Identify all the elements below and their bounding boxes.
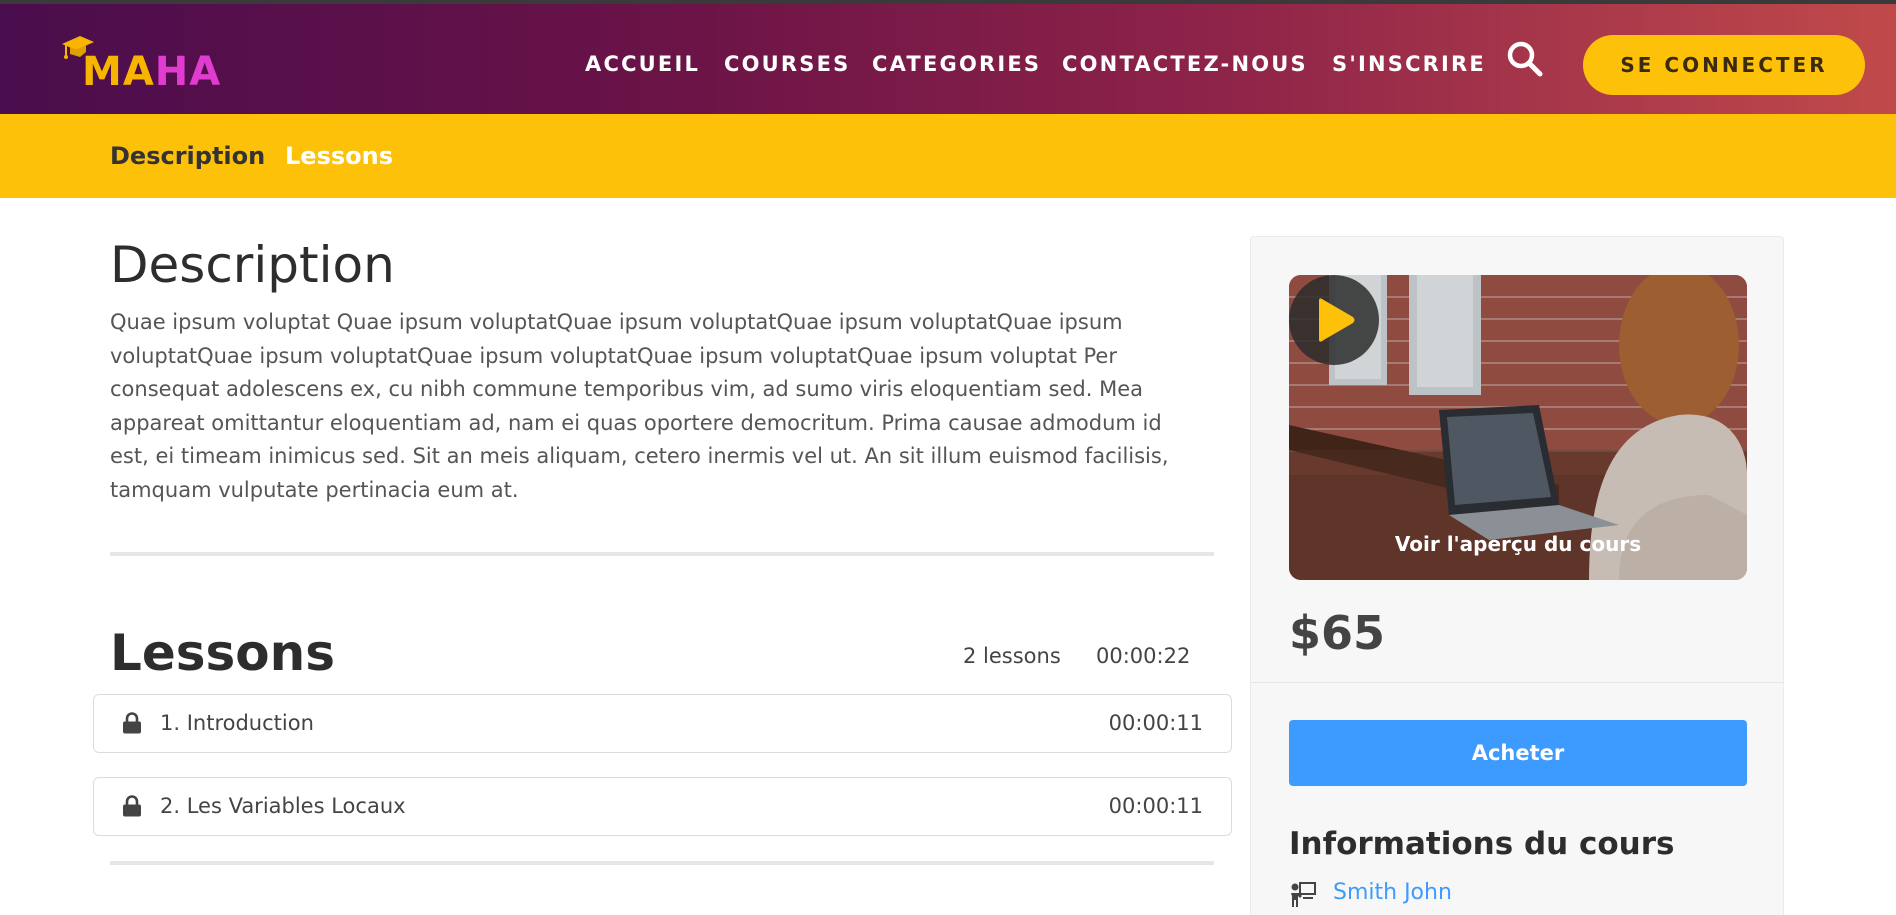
lesson-duration: 00:00:11 bbox=[1108, 794, 1203, 818]
lessons-count: 2 lessons bbox=[963, 644, 1061, 668]
nav-contactez-nous[interactable]: CONTACTEZ-NOUS bbox=[1062, 50, 1308, 78]
subnav-description[interactable]: Description bbox=[110, 141, 265, 171]
logo-letter-a1: A bbox=[122, 49, 155, 95]
nav-categories[interactable]: CATEGORIES bbox=[872, 50, 1041, 78]
lesson-row[interactable]: 2. Les Variables Locaux 00:00:11 bbox=[93, 777, 1232, 836]
nav-accueil[interactable]: ACCUEIL bbox=[585, 50, 700, 78]
course-subnav: Description Lessons bbox=[0, 114, 1896, 198]
sidebar-separator bbox=[1251, 682, 1783, 683]
buy-button[interactable]: Acheter bbox=[1289, 720, 1747, 786]
site-logo[interactable]: MAHA bbox=[60, 32, 220, 94]
lesson-row[interactable]: 1. Introduction 00:00:11 bbox=[93, 694, 1232, 753]
lessons-heading: Lessons bbox=[110, 624, 335, 682]
logo-letter-m: M bbox=[82, 49, 123, 95]
teacher-icon bbox=[1291, 882, 1316, 907]
description-text: Quae ipsum voluptat Quae ipsum voluptatQ… bbox=[110, 310, 1169, 502]
divider bbox=[110, 552, 1214, 556]
subnav-lessons[interactable]: Lessons bbox=[285, 141, 393, 171]
nav-sinscrire[interactable]: S'INSCRIRE bbox=[1332, 50, 1486, 78]
lesson-title: 2. Les Variables Locaux bbox=[160, 794, 406, 818]
search-icon[interactable] bbox=[1505, 39, 1545, 79]
lessons-total-duration: 00:00:22 bbox=[1096, 644, 1191, 668]
lock-icon bbox=[123, 712, 141, 734]
course-preview-video[interactable]: Voir l'aperçu du cours bbox=[1289, 275, 1747, 580]
course-info-title: Informations du cours bbox=[1289, 826, 1675, 862]
site-header: MAHA ACCUEIL COURSES CATEGORIES CONTACTE… bbox=[0, 4, 1896, 114]
course-price: $65 bbox=[1289, 606, 1386, 660]
login-button[interactable]: SE CONNECTER bbox=[1583, 35, 1865, 95]
description-heading: Description bbox=[110, 236, 395, 294]
nav-courses[interactable]: COURSES bbox=[724, 50, 850, 78]
play-icon[interactable] bbox=[1289, 275, 1379, 365]
logo-letter-a2: A bbox=[189, 49, 222, 95]
logo-letter-h: H bbox=[154, 49, 190, 95]
logo-text: MAHA bbox=[82, 50, 221, 94]
lesson-duration: 00:00:11 bbox=[1108, 711, 1203, 735]
lock-icon bbox=[123, 795, 141, 817]
preview-label: Voir l'aperçu du cours bbox=[1394, 532, 1642, 556]
course-sidebar: Voir l'aperçu du cours $65 Acheter Infor… bbox=[1250, 236, 1784, 915]
teacher-link[interactable]: Smith John bbox=[1333, 878, 1452, 908]
lesson-title: 1. Introduction bbox=[160, 711, 314, 735]
divider bbox=[110, 861, 1214, 865]
